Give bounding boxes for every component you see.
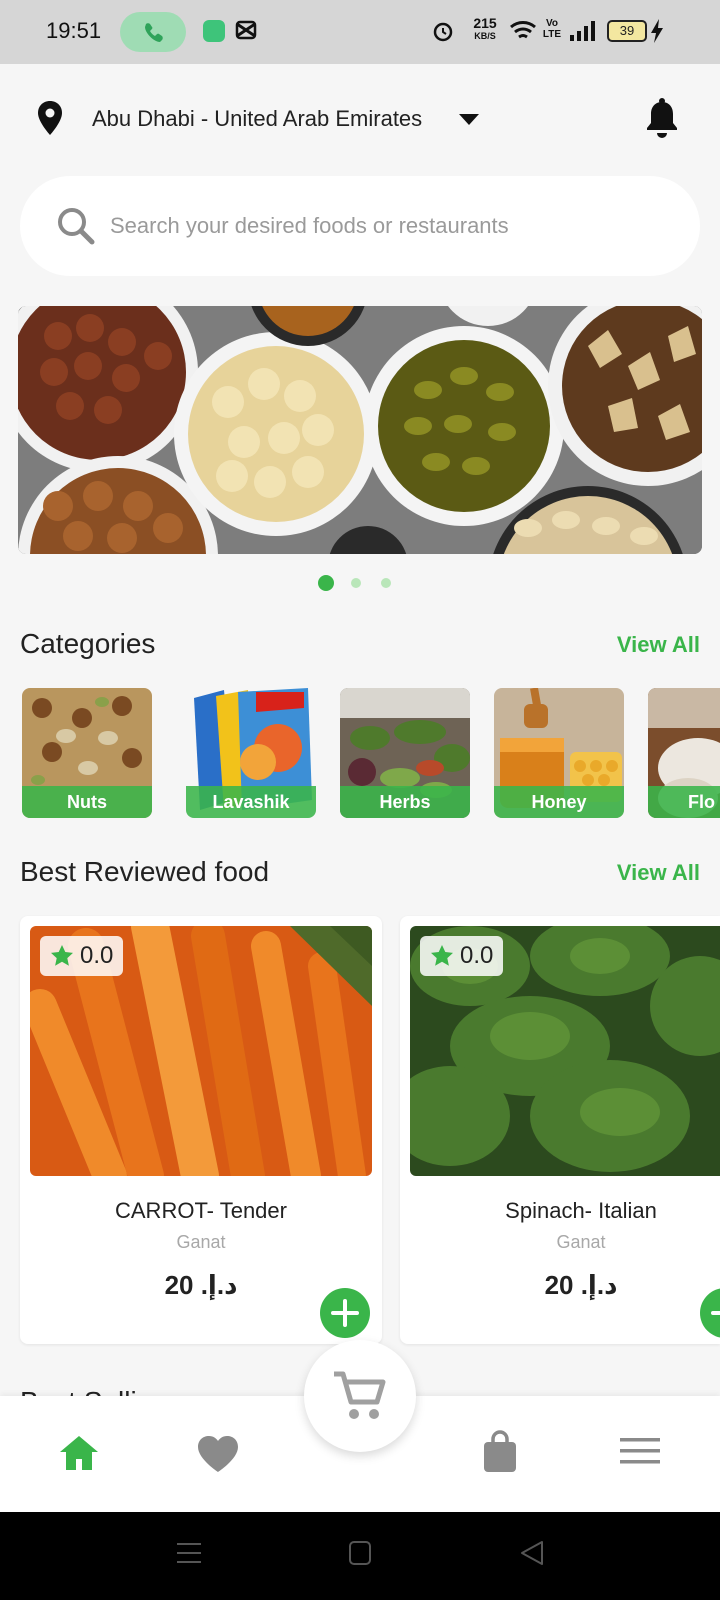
product-name: Spinach- Italian [505, 1198, 657, 1223]
star-icon [431, 945, 453, 966]
product-card[interactable]: 0.0 Spinach- Italian Ganat د.إ. 20 [400, 916, 720, 1344]
plus-icon [331, 1299, 359, 1327]
add-to-cart-button[interactable] [700, 1288, 720, 1338]
status-time: 19:51 [46, 18, 102, 43]
location-pin-icon [38, 101, 62, 135]
search-bar[interactable]: Search your desired foods or restaurants [20, 176, 700, 276]
rating-badge: 0.0 [40, 936, 124, 976]
back-icon[interactable] [520, 1540, 544, 1566]
charging-icon [651, 19, 663, 43]
net-speed: 215 KB/S [473, 15, 497, 41]
home-nav-icon[interactable] [348, 1540, 372, 1566]
cart-button[interactable] [304, 1340, 416, 1452]
bag-icon[interactable] [480, 1430, 520, 1474]
plus-icon [711, 1311, 720, 1315]
volte-indicator: Vo LTE [542, 18, 562, 40]
capcut-icon [235, 20, 257, 40]
product-store: Ganat [176, 1232, 226, 1252]
category-label: Flo [648, 786, 720, 818]
system-nav-bar [0, 1512, 720, 1600]
product-image: 0.0 [410, 926, 720, 1176]
banner-image [18, 306, 702, 554]
product-store: Ganat [556, 1232, 606, 1252]
category-flour[interactable]: Flo [648, 688, 720, 818]
star-icon [51, 945, 73, 966]
category-label: Nuts [22, 786, 152, 818]
wifi-icon [510, 21, 536, 39]
app-notification-icon [203, 20, 225, 42]
home-icon[interactable] [58, 1434, 100, 1472]
category-label: Honey [494, 786, 624, 818]
product-card[interactable]: 0.0 CARROT- Tender Ganat د.إ. 20 [20, 916, 382, 1344]
menu-icon[interactable] [620, 1436, 660, 1466]
category-label: Lavashik [186, 786, 316, 818]
category-label: Herbs [340, 786, 470, 818]
product-name: CARROT- Tender [115, 1198, 287, 1223]
product-price: د.إ. 20 [544, 1270, 618, 1300]
chevron-down-icon[interactable] [458, 112, 480, 126]
add-to-cart-button[interactable] [320, 1288, 370, 1338]
promo-banner[interactable] [18, 306, 702, 554]
alarm-icon [433, 22, 453, 42]
call-indicator[interactable] [120, 12, 186, 52]
banner-dot-2[interactable] [351, 578, 361, 588]
search-icon [58, 208, 95, 245]
categories-view-all[interactable]: View All [617, 632, 700, 658]
status-bar: 19:51 215 KB/S Vo LTE 39 [0, 0, 720, 64]
category-lavashik[interactable]: Lavashik [186, 688, 316, 818]
category-nuts[interactable]: Nuts [22, 688, 152, 818]
best-reviewed-title: Best Reviewed food [20, 856, 270, 887]
recents-icon[interactable] [176, 1540, 202, 1566]
rating-badge: 0.0 [420, 936, 504, 976]
category-honey[interactable]: Honey [494, 688, 624, 818]
signal-icon [570, 21, 595, 41]
battery-indicator: 39 [607, 20, 647, 42]
best-reviewed-view-all[interactable]: View All [617, 860, 700, 886]
categories-title: Categories [20, 628, 156, 659]
search-input[interactable]: Search your desired foods or restaurants [110, 213, 509, 239]
location-label[interactable]: Abu Dhabi - United Arab Emirates [92, 106, 422, 132]
notification-bell-icon[interactable] [644, 98, 680, 140]
product-image: 0.0 [30, 926, 372, 1176]
banner-dot-3[interactable] [381, 578, 391, 588]
header: Abu Dhabi - United Arab Emirates Search … [0, 64, 720, 276]
cart-icon [334, 1371, 386, 1419]
phone-icon [145, 23, 163, 42]
heart-icon[interactable] [196, 1434, 240, 1474]
banner-dot-1[interactable] [318, 575, 334, 591]
category-herbs[interactable]: Herbs [340, 688, 470, 818]
